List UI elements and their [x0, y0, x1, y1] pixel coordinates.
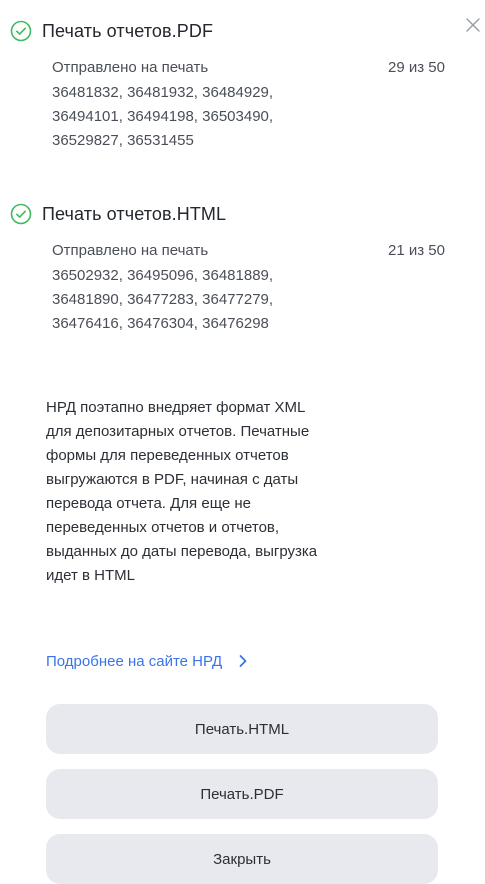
check-circle-icon: [10, 20, 32, 42]
nrd-website-link-label: Подробнее на сайте НРД: [46, 652, 223, 670]
close-button[interactable]: Закрыть: [46, 834, 438, 884]
notice-line: для депозитарных отчетов. Печатные: [46, 423, 310, 440]
xml-format-notice: НРД поэтапно внедряет формат XML для деп…: [46, 396, 456, 588]
notice-line: идет в HTML: [46, 567, 135, 584]
pdf-ids-line: 36529827, 36531455: [52, 132, 194, 149]
pdf-section-title: Печать отчетов.PDF: [42, 20, 214, 41]
notice-line: формы для переведенных отчетов: [46, 447, 289, 464]
html-ids-line: 36481890, 36477283, 36477279,: [52, 291, 274, 308]
notice-line: НРД поэтапно внедряет формат XML: [46, 399, 306, 416]
print-status-dialog: Печать отчетов.PDF Отправлено на печать …: [0, 0, 485, 884]
print-html-button[interactable]: Печать.HTML: [46, 704, 438, 754]
print-pdf-button[interactable]: Печать.PDF: [46, 769, 438, 819]
pdf-sent-count: 29 из 50: [388, 59, 445, 76]
html-ids-line: 36502932, 36495096, 36481889,: [52, 267, 274, 284]
pdf-ids-line: 36494101, 36494198, 36503490,: [52, 108, 274, 125]
pdf-sent-label: Отправлено на печать: [52, 59, 209, 76]
notice-line: перевода отчета. Для еще не: [46, 495, 251, 512]
notice-line: переведенных отчетов и отчетов,: [46, 519, 280, 536]
html-sent-label: Отправлено на печать: [52, 242, 209, 259]
close-icon[interactable]: [462, 14, 484, 36]
check-circle-icon: [10, 203, 32, 225]
html-section-title: Печать отчетов.HTML: [42, 203, 227, 224]
html-sent-count: 21 из 50: [388, 242, 445, 259]
chevron-right-icon: [236, 654, 250, 668]
pdf-section-header: Печать отчетов.PDF: [10, 18, 213, 44]
html-ids-line: 36476416, 36476304, 36476298: [52, 315, 269, 332]
notice-line: выданных до даты перевода, выгрузка: [46, 543, 318, 560]
notice-line: выгружаются в PDF, начиная с даты: [46, 471, 299, 488]
pdf-ids-line: 36481832, 36481932, 36484929,: [52, 84, 274, 101]
nrd-website-link[interactable]: Подробнее на сайте НРД: [46, 648, 250, 674]
html-section-header: Печать отчетов.HTML: [10, 201, 226, 227]
